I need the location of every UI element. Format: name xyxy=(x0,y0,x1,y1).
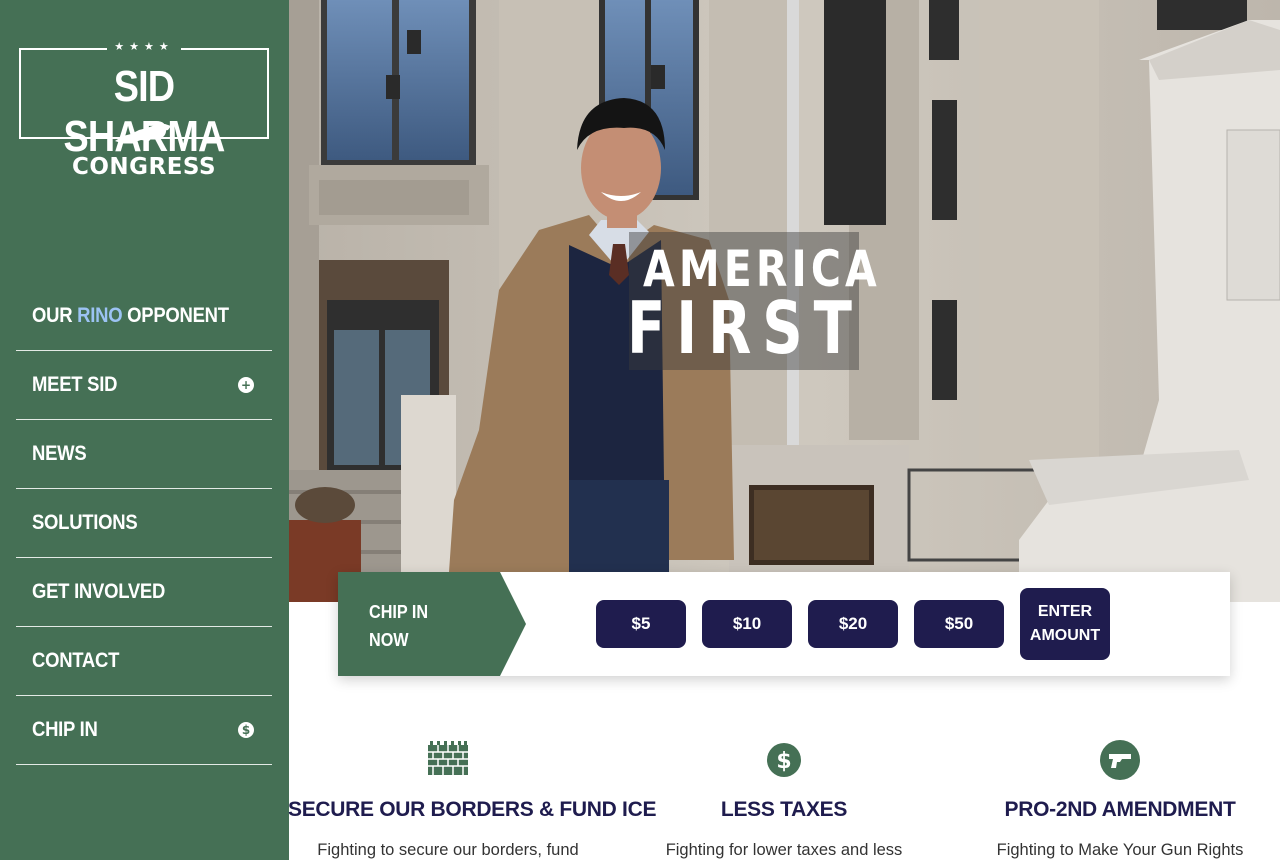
svg-text:$: $ xyxy=(776,749,791,774)
nav-item-get-involved[interactable]: GET INVOLVED xyxy=(16,558,272,627)
issue-title: PRO-2ND AMENDMENT xyxy=(1004,798,1236,821)
nav-item-rino-opponent[interactable]: OUR RINO OPPONENT xyxy=(16,282,272,351)
nav-item-label: SOLUTIONS xyxy=(32,511,138,534)
nav-item-label: NEWS xyxy=(32,442,87,465)
donate-5-button[interactable]: $5 xyxy=(596,600,686,648)
main-nav: OUR RINO OPPONENT MEET SID + NEWS SOLUTI… xyxy=(16,282,272,765)
logo-stars: ★★★★ xyxy=(107,40,181,54)
donate-10-button[interactable]: $10 xyxy=(702,600,792,648)
issue-text: Fighting to Make Your Gun Rights xyxy=(996,841,1244,859)
north-carolina-icon xyxy=(115,124,171,143)
logo-name: SID SHARMA xyxy=(64,62,226,161)
donate-20-button[interactable]: $20 xyxy=(808,600,898,648)
issue-text: Fighting to secure our borders, fund xyxy=(317,841,579,859)
nav-item-label: CHIP IN xyxy=(32,718,98,741)
dollar-circle-icon[interactable]: $ xyxy=(238,722,254,738)
nav-item-solutions[interactable]: SOLUTIONS xyxy=(16,489,272,558)
nav-item-chip-in[interactable]: CHIP IN $ xyxy=(16,696,272,765)
donate-50-button[interactable]: $50 xyxy=(914,600,1004,648)
enter-amount-button[interactable]: ENTER AMOUNT xyxy=(1020,588,1110,660)
nav-item-label: GET INVOLVED xyxy=(32,580,166,603)
hero-banner: AMERICA FIRST xyxy=(289,0,1280,602)
issue-title: LESS TAXES xyxy=(720,798,848,821)
chip-in-bar: CHIP IN NOW $5 $10 $20 $50 ENTER AMOUNT xyxy=(338,572,1230,676)
gun-circle-icon xyxy=(1100,740,1140,780)
nav-item-meet-sid[interactable]: MEET SID + xyxy=(16,351,272,420)
nav-item-label: CONTACT xyxy=(32,649,120,672)
nav-item-label: MEET SID xyxy=(32,373,118,396)
nav-item-news[interactable]: NEWS xyxy=(16,420,272,489)
sidebar: ★★★★ SID SHARMA CONGRESS OUR RINO OPPONE… xyxy=(0,0,289,860)
nav-item-label: OUR RINO OPPONENT xyxy=(32,304,229,328)
plus-circle-icon[interactable]: + xyxy=(238,377,254,393)
campaign-logo[interactable]: ★★★★ SID SHARMA CONGRESS xyxy=(19,40,269,187)
logo-subtitle: CONGRESS xyxy=(71,154,217,180)
issue-text: Fighting for lower taxes and less xyxy=(665,841,903,859)
nav-label-post: OPPONENT xyxy=(122,304,229,327)
nav-label-pre: OUR xyxy=(32,304,78,327)
rino-highlight: RINO xyxy=(77,304,123,327)
issue-title: SECURE OUR BORDERS & FUND ICE xyxy=(288,798,657,821)
brick-wall-icon xyxy=(428,741,468,775)
dollar-circle-icon: $ xyxy=(767,743,801,777)
nav-item-contact[interactable]: CONTACT xyxy=(16,627,272,696)
chip-in-label: CHIP IN NOW xyxy=(369,602,429,650)
tagline-line2: FIRST xyxy=(627,286,863,370)
